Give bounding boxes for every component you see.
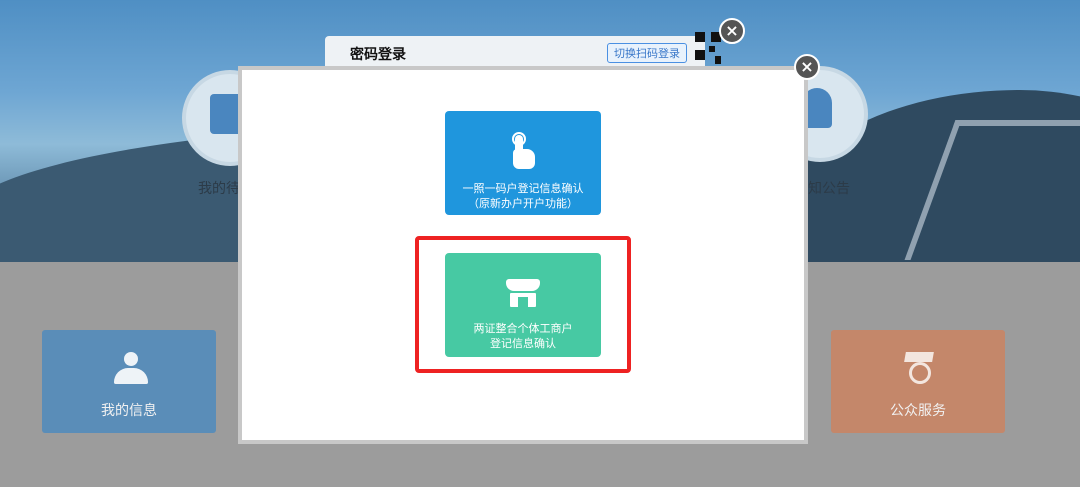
graduate-icon [901, 352, 937, 388]
person-icon [112, 352, 148, 388]
switch-qr-login-button[interactable]: 切换扫码登录 [607, 43, 687, 63]
hero-label-notice[interactable]: 知公告 [808, 178, 850, 198]
hand-pointer-icon [509, 132, 537, 171]
qr-code-icon[interactable] [695, 32, 723, 68]
login-close-icon[interactable]: × [719, 18, 745, 44]
login-title: 密码登录 [350, 47, 406, 63]
login-panel: 密码登录 切换扫码登录 [325, 32, 723, 68]
tile-public-service-label: 公众服务 [890, 403, 946, 419]
tile-public-service[interactable]: 公众服务 [831, 330, 1005, 433]
highlight-box [415, 236, 631, 373]
tile-my-info[interactable]: 我的信息 [42, 330, 216, 433]
hero-label-todo[interactable]: 我的待 [198, 178, 240, 198]
tile-my-info-label: 我的信息 [101, 403, 157, 419]
option-one-license-one-code-button[interactable]: 一照一码户登记信息确认 （原新办户开户功能） [445, 111, 601, 215]
modal-close-icon[interactable]: × [794, 54, 820, 80]
option-one-label: 一照一码户登记信息确认 （原新办户开户功能） [462, 182, 584, 210]
